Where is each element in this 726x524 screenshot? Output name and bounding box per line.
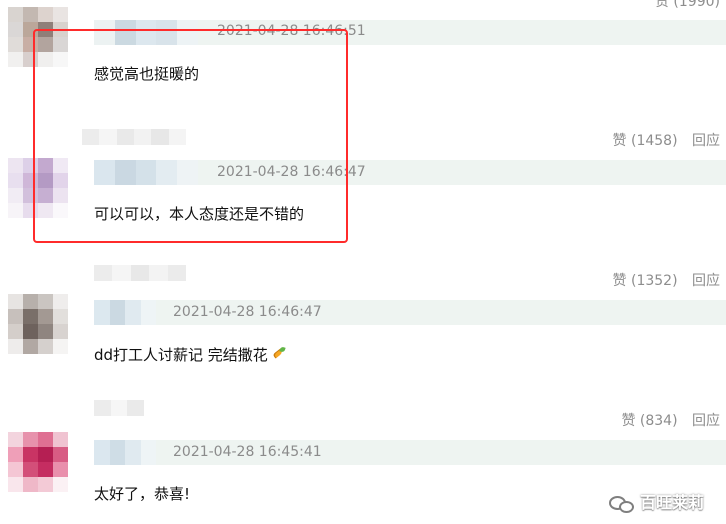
comment-meta-row: 2021-04-28 16:45:41: [94, 440, 726, 465]
like-button[interactable]: 赞 (1458): [613, 133, 678, 150]
comment-text-value: dd打工人讨薪记 完结撒花: [94, 346, 268, 364]
avatar[interactable]: [8, 158, 68, 218]
comment-actions: 赞 (834) 回应: [611, 413, 720, 430]
watermark: 百旺莱莉: [608, 493, 704, 513]
like-button[interactable]: 赞 (1352): [613, 273, 678, 290]
comment-text: dd打工人讨薪记 完结撒花: [94, 346, 286, 365]
reply-button[interactable]: 回应: [692, 273, 720, 290]
blurred-username: [94, 160, 198, 185]
celebration-icon: [270, 346, 286, 362]
blurred-username: [94, 440, 156, 465]
comment-meta-row: 2021-04-28 16:46:51: [94, 20, 726, 45]
blurred-username: [94, 400, 145, 416]
comment-actions: 赞 (1352) 回应: [603, 273, 720, 290]
avatar[interactable]: [8, 432, 68, 492]
comment-actions: 赞 (1458) 回应: [603, 133, 720, 150]
comment-feed: 赞 (1990) 2021-04-28 16:46:51 感觉高也挺暖的 赞 (…: [0, 0, 726, 524]
comment-text: 可以可以，本人态度还是不错的: [94, 205, 305, 223]
comment-timestamp: 2021-04-28 16:46:51: [217, 23, 366, 39]
comment-meta-row: 2021-04-28 16:46:47: [94, 300, 726, 325]
watermark-text: 百旺莱莉: [639, 493, 704, 512]
avatar[interactable]: [8, 7, 68, 67]
wechat-icon: [608, 495, 634, 513]
blurred-username: [94, 265, 187, 281]
blurred-username: [94, 300, 156, 325]
comment-timestamp: 2021-04-28 16:46:47: [173, 304, 322, 320]
comment-timestamp: 2021-04-28 16:45:41: [173, 444, 322, 460]
comment-timestamp: 2021-04-28 16:46:47: [217, 164, 366, 180]
comment-item: 赞 (1352) 回应 2021-04-28 16:46:47 dd打工人讨薪记…: [0, 260, 726, 400]
blurred-username: [82, 129, 186, 145]
like-button[interactable]: 赞 (834): [621, 413, 677, 430]
comment-text: 感觉高也挺暖的: [94, 65, 200, 83]
comment-text: 太好了，恭喜!: [94, 485, 191, 503]
reply-button[interactable]: 回应: [692, 133, 720, 150]
comment-item: 赞 (1458) 回应 2021-04-28 16:46:47 可以可以，本人态…: [0, 120, 726, 260]
reply-button[interactable]: 回应: [692, 413, 720, 430]
comment-item: 2021-04-28 16:46:51 感觉高也挺暖的: [0, 0, 726, 120]
blurred-username: [94, 20, 198, 45]
avatar[interactable]: [8, 294, 68, 354]
comment-meta-row: 2021-04-28 16:46:47: [94, 160, 726, 185]
